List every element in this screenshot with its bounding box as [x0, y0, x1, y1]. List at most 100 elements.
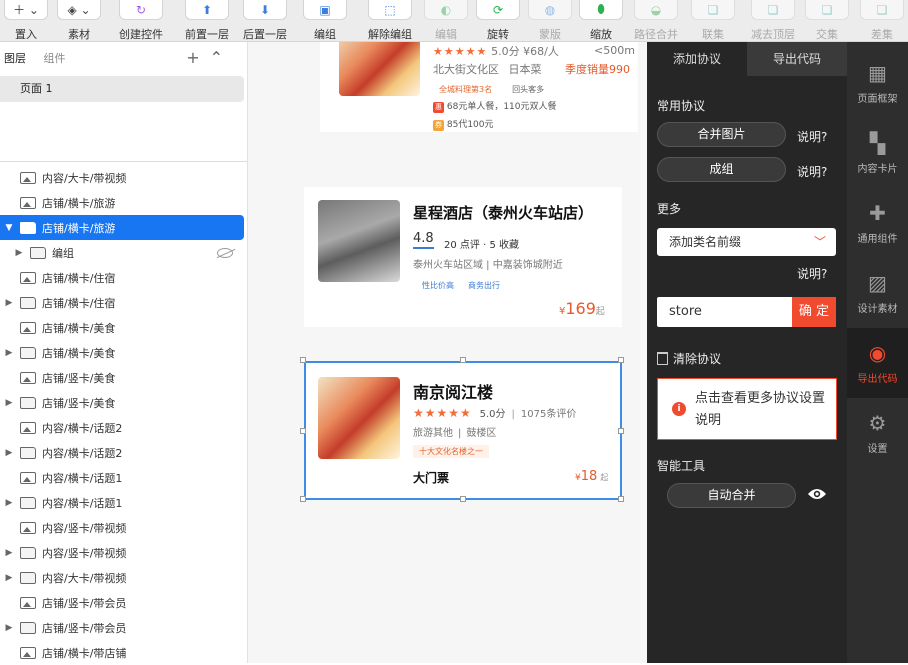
layer-row[interactable]: 店铺/横卡/美食 — [0, 315, 247, 340]
layer-group-row[interactable]: ▶ 编组 — [0, 240, 247, 265]
layer-group-row[interactable]: ▶ 内容/大卡/带视频 — [0, 565, 247, 590]
auto-merge-button[interactable]: 自动合并 — [667, 483, 796, 508]
resize-handle[interactable] — [460, 496, 466, 502]
resize-handle[interactable] — [300, 428, 306, 434]
expand-right-icon[interactable]: ▶ — [2, 298, 16, 308]
rating-stars: ★★★★★ — [433, 45, 488, 58]
layer-row[interactable]: 店铺/竖卡/带会员 — [0, 590, 247, 615]
toolbar-group-button[interactable]: ▣ 编组 — [292, 0, 358, 42]
expand-right-icon[interactable]: ▶ — [2, 573, 16, 583]
layer-row[interactable]: 内容/横卡/话题1 — [0, 465, 247, 490]
expand-right-icon[interactable]: ▶ — [2, 398, 16, 408]
layer-name: 内容/横卡/话题1 — [42, 471, 123, 485]
toolbar-intersect-button[interactable]: ❏ 交集 — [804, 0, 850, 42]
prefix-input[interactable]: store — [657, 297, 792, 327]
toolbar-path-merge-button[interactable]: ◒ 路径合并 — [628, 0, 684, 42]
layer-group-row[interactable]: ▶ 店铺/横卡/美食 — [0, 340, 247, 365]
sidebar-content-card[interactable]: ▚ 内容卡片 — [847, 118, 908, 188]
resize-handle[interactable] — [618, 357, 624, 363]
tab-layers[interactable]: 图层 — [4, 52, 26, 65]
expand-right-icon[interactable]: ▶ — [12, 248, 26, 258]
shop-card-hotel[interactable]: 星程酒店（泰州火车站店） 4.8 20 点评 · 5 收藏 泰州火车站区域 | … — [304, 187, 622, 327]
layer-name: 编组 — [52, 246, 74, 260]
toolbar-subtract-button[interactable]: ❏ 减去顶层 — [742, 0, 804, 42]
toolbar-layers-button[interactable]: ◈ ⌄ 素材 — [52, 0, 106, 42]
layer-row[interactable]: 内容/横卡/话题2 — [0, 415, 247, 440]
layer-group-row[interactable]: ▶ 店铺/竖卡/美食 — [0, 390, 247, 415]
resize-handle[interactable] — [300, 357, 306, 363]
resize-handle[interactable] — [300, 496, 306, 502]
layer-row[interactable]: 店铺/横卡/带店铺 — [0, 640, 247, 665]
expand-right-icon[interactable]: ▶ — [2, 348, 16, 358]
sidebar-page-frame[interactable]: ▦ 页面框架 — [847, 48, 908, 118]
merge-image-button[interactable]: 合并图片 — [657, 122, 786, 147]
add-page-icon[interactable]: + — [186, 48, 209, 67]
sidebar-label: 内容卡片 — [857, 164, 898, 175]
toolbar-label: 交集 — [816, 28, 838, 41]
layer-row[interactable]: 内容/大卡/带视频 — [0, 165, 247, 190]
layer-name: 内容/大卡/带视频 — [42, 571, 127, 585]
class-prefix-select[interactable]: 添加类名前缀 ﹀ — [657, 228, 836, 256]
tab-add-protocol[interactable]: 添加协议 — [647, 42, 747, 76]
layer-row[interactable]: 店铺/横卡/旅游 — [0, 190, 247, 215]
tab-components[interactable]: 组件 — [44, 52, 66, 65]
expand-right-icon[interactable]: ▶ — [2, 448, 16, 458]
confirm-button[interactable]: 确 定 — [792, 297, 836, 327]
image-icon — [20, 321, 36, 334]
toolbar-union-button[interactable]: ❏ 联集 — [684, 0, 742, 42]
eye-icon[interactable] — [807, 487, 827, 501]
tab-export-code[interactable]: 导出代码 — [747, 42, 847, 76]
protocol-notice[interactable]: i 点击查看更多协议设置说明 — [657, 378, 837, 440]
info-icon: i — [672, 402, 686, 416]
shop-card-food[interactable]: ★★★★★ 5.0分 ¥68/人 <500m 北大街文化区 日本菜 季度销量99… — [320, 42, 638, 132]
toolbar-send-backward-button[interactable]: ⬇ 后置一层 — [238, 0, 292, 42]
area: 北大街文化区 — [433, 63, 499, 76]
layer-group-row[interactable]: ▶ 店铺/竖卡/带会员 — [0, 615, 247, 640]
layer-group-row[interactable]: ▶ 内容/横卡/话题2 — [0, 440, 247, 465]
toolbar-edit-button[interactable]: ◐ 编辑 — [422, 0, 470, 42]
layer-row[interactable]: 内容/竖卡/带视频 — [0, 515, 247, 540]
toolbar-ungroup-button[interactable]: ⬚ 解除编组 — [358, 0, 422, 42]
layer-row[interactable]: 店铺/竖卡/美食 — [0, 365, 247, 390]
sidebar-export-code[interactable]: ◉ 导出代码 — [847, 328, 908, 398]
expand-right-icon[interactable]: ▶ — [2, 498, 16, 508]
toolbar-scale-button[interactable]: ⬮ 缩放 — [574, 0, 628, 42]
selection-box[interactable] — [304, 361, 622, 500]
expand-right-icon[interactable]: ▶ — [2, 548, 16, 558]
toolbar-plus-button[interactable]: ＋ ⌄ 置入 — [0, 0, 52, 42]
layer-group-row[interactable]: ▶ 内容/横卡/话题1 — [0, 490, 247, 515]
right-sidebar: ▦ 页面框架 ▚ 内容卡片 ✚ 通用组件 ▨ 设计素材 ◉ 导出代码 ⚙ 设置 — [847, 42, 908, 663]
eye-hidden-icon[interactable] — [217, 248, 233, 258]
resize-handle[interactable] — [618, 428, 624, 434]
resize-handle[interactable] — [618, 496, 624, 502]
sidebar-settings-gear[interactable]: ⚙ 设置 — [847, 398, 908, 468]
sidebar-component[interactable]: ✚ 通用组件 — [847, 188, 908, 258]
layer-group-row[interactable]: ▶ 店铺/横卡/住宿 — [0, 290, 247, 315]
page-item[interactable]: 页面 1 — [0, 76, 244, 102]
clear-protocol-button[interactable]: 清除协议 — [657, 350, 721, 367]
design-canvas[interactable]: ★★★★★ 5.0分 ¥68/人 <500m 北大街文化区 日本菜 季度销量99… — [248, 42, 647, 663]
make-group-button[interactable]: 成组 — [657, 157, 786, 182]
resize-handle[interactable] — [460, 357, 466, 363]
collapse-icon[interactable]: ⌃ — [210, 48, 233, 67]
expand-down-icon[interactable]: ▼ — [2, 223, 16, 233]
layer-name: 店铺/横卡/美食 — [42, 346, 116, 360]
prefix-explain-link[interactable]: 说明? — [797, 265, 827, 282]
toolbar-bring-forward-button[interactable]: ⬆ 前置一层 — [176, 0, 238, 42]
group-explain-link[interactable]: 说明? — [797, 163, 827, 180]
divider — [0, 161, 247, 162]
layer-row[interactable]: 店铺/横卡/住宿 — [0, 265, 247, 290]
layer-name: 内容/横卡/话题2 — [42, 446, 123, 460]
layer-group-row[interactable]: ▶ 内容/竖卡/带视频 — [0, 540, 247, 565]
sidebar-image-asset[interactable]: ▨ 设计素材 — [847, 258, 908, 328]
merge-explain-link[interactable]: 说明? — [797, 128, 827, 145]
toolbar-mask-button[interactable]: ◍ 蒙版 — [526, 0, 574, 42]
toolbar-difference-button[interactable]: ❏ 差集 — [856, 0, 908, 42]
layer-group-row[interactable]: ▼ 店铺/横卡/旅游 — [0, 215, 244, 240]
deal1: 68元单人餐，110元双人餐 — [446, 102, 557, 112]
toolbar-refresh-button[interactable]: ↻ 创建控件 — [106, 0, 176, 42]
expand-right-icon[interactable]: ▶ — [2, 623, 16, 633]
toolbar-rotate-button[interactable]: ⟳ 旋转 — [470, 0, 526, 42]
more-title: 更多 — [657, 202, 682, 216]
folder-icon — [20, 546, 36, 559]
